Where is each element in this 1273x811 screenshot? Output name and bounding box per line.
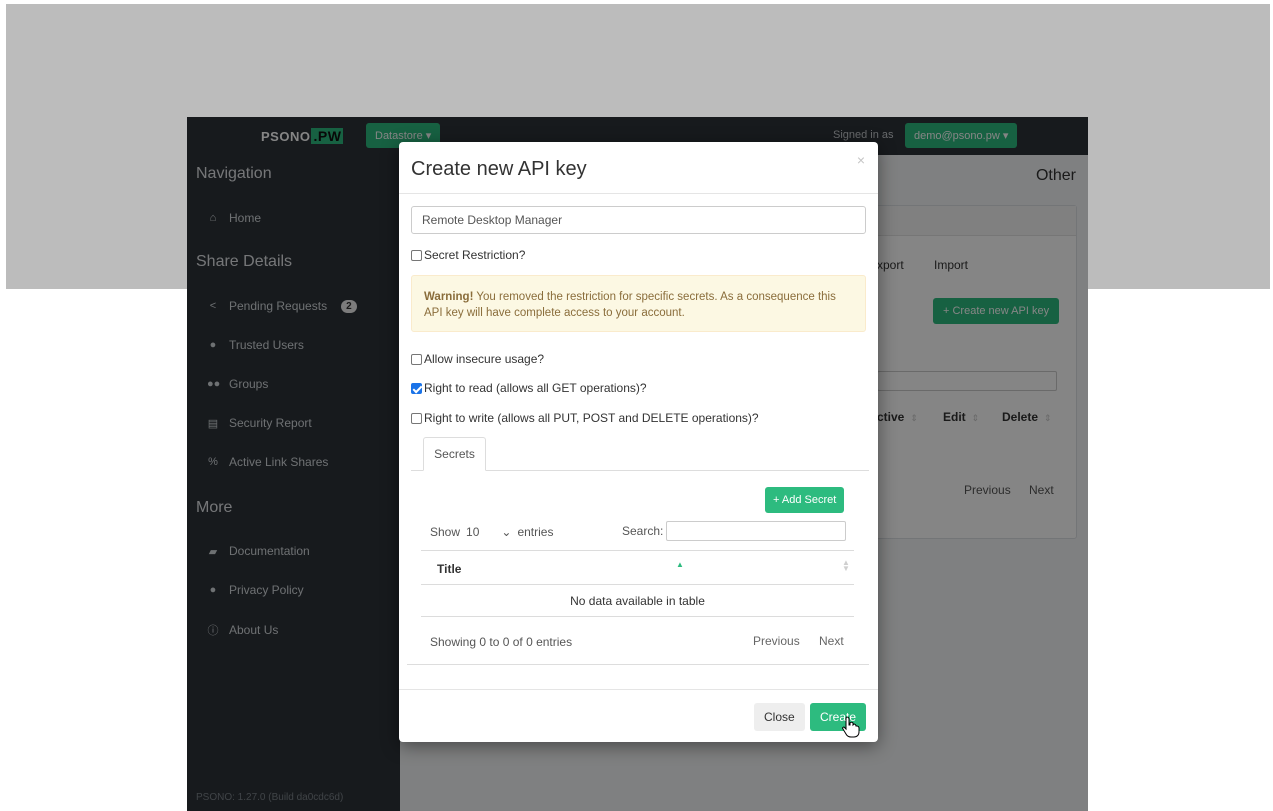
screen: PSONO .PW Datastore ▾ Signed in as demo@p… — [0, 0, 1273, 811]
allow-insecure-checkbox-row[interactable]: Allow insecure usage? — [411, 352, 544, 366]
entries-select-value: 10 — [466, 525, 480, 539]
show-label: Show — [430, 525, 461, 539]
sort-ascending-icon: ▲ — [676, 560, 684, 569]
secrets-search-input[interactable] — [666, 521, 846, 541]
divider — [407, 664, 869, 665]
secret-restriction-checkbox-row[interactable]: Secret Restriction? — [411, 248, 525, 262]
divider — [421, 550, 854, 551]
entries-label: entries — [517, 525, 554, 539]
search-label: Search: — [622, 524, 664, 538]
right-to-write-checkbox-row[interactable]: Right to write (allows all PUT, POST and… — [411, 411, 759, 425]
secret-restriction-checkbox[interactable] — [411, 249, 422, 261]
tab-secrets[interactable]: Secrets — [423, 437, 486, 471]
api-key-title-input[interactable] — [411, 206, 866, 234]
checkbox-label: Allow insecure usage? — [424, 352, 545, 366]
right-to-write-checkbox[interactable] — [411, 412, 422, 424]
divider — [421, 584, 854, 585]
allow-insecure-checkbox[interactable] — [411, 353, 422, 365]
checkbox-label: Secret Restriction? — [424, 248, 526, 262]
empty-table-message: No data available in table — [570, 594, 705, 608]
pagination-next[interactable]: Next — [819, 634, 844, 648]
pagination-previous[interactable]: Previous — [753, 634, 800, 648]
create-api-key-modal: Create new API key × Secret Restriction?… — [399, 142, 878, 742]
warning-text: You removed the restriction for specific… — [424, 291, 836, 319]
checkbox-label: Right to write (allows all PUT, POST and… — [424, 411, 759, 425]
divider — [421, 616, 854, 617]
divider — [399, 689, 878, 690]
column-title[interactable]: Title — [437, 562, 461, 576]
divider — [399, 193, 878, 194]
close-button[interactable]: Close — [754, 703, 805, 731]
entries-length-control: Show 10 ⌄ entries — [430, 525, 553, 539]
modal-title: Create new API key — [411, 158, 587, 180]
table-info: Showing 0 to 0 of 0 entries — [430, 635, 573, 649]
close-icon[interactable]: × — [857, 152, 865, 168]
warning-strong: Warning! — [424, 291, 474, 303]
entries-select[interactable]: 10 ⌄ — [466, 525, 511, 539]
warning-alert: Warning! You removed the restriction for… — [411, 275, 866, 332]
right-to-read-checkbox-row[interactable]: Right to read (allows all GET operations… — [411, 381, 647, 395]
right-to-read-checkbox[interactable] — [411, 382, 422, 394]
add-secret-button[interactable]: + Add Secret — [765, 487, 845, 513]
hand-cursor-icon — [842, 716, 860, 738]
checkbox-label: Right to read (allows all GET operations… — [424, 381, 647, 395]
chevron-down-icon: ⌄ — [501, 525, 512, 539]
sort-icon: ▲ ▼ — [842, 558, 850, 573]
